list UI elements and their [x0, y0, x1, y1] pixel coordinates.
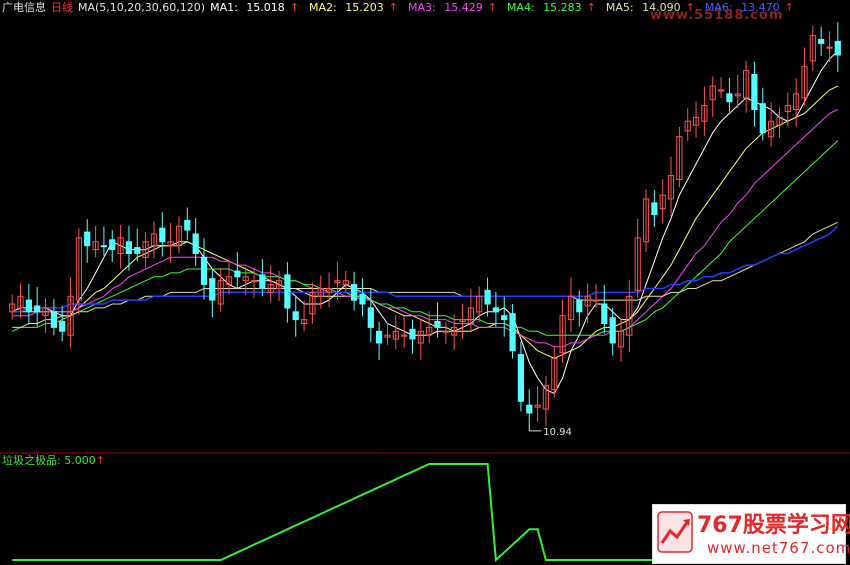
- candle-up: [442, 330, 449, 333]
- ma-line-ma4: [11, 140, 839, 336]
- candle-up: [592, 299, 600, 302]
- candle-down: [576, 299, 583, 313]
- candle-down: [601, 303, 608, 324]
- candle-down: [84, 231, 91, 247]
- ma6-up-arrow: ↑: [784, 1, 794, 14]
- watermark-brand: 767股票学习网: [697, 513, 850, 538]
- ma4-readout: MA4: 15.283 ↑: [506, 1, 596, 14]
- ma-line-ma5: [12, 221, 839, 328]
- candle-down: [492, 307, 499, 313]
- candle-down: [501, 315, 508, 321]
- candle-down: [759, 103, 766, 134]
- ma-line-ma1: [11, 50, 839, 395]
- candle-down: [609, 317, 616, 344]
- candle-down: [651, 202, 658, 216]
- chart-logo-icon: [657, 511, 693, 553]
- candle-down: [351, 284, 358, 301]
- candle-down: [25, 299, 32, 313]
- candle-down: [434, 321, 441, 328]
- candle-down: [159, 227, 166, 243]
- candle-down: [376, 330, 383, 344]
- candle-down: [517, 354, 524, 402]
- candle-down: [109, 239, 116, 251]
- ma-line-ma6: [12, 225, 839, 313]
- candle-down: [100, 245, 108, 248]
- candle-down: [200, 256, 208, 285]
- candle-down: [34, 305, 41, 313]
- low-price-label: 10.94: [543, 427, 572, 438]
- watermark-box: 767股票学习网 www.net767.com: [652, 504, 850, 564]
- candle-down: [751, 74, 758, 110]
- candle-down: [726, 93, 733, 103]
- candle-down: [59, 321, 66, 332]
- candle-down: [367, 307, 374, 328]
- candle-down: [818, 39, 825, 44]
- candle-down: [184, 219, 191, 231]
- ma1-up-arrow: ↑: [289, 1, 300, 14]
- candle-down: [125, 241, 133, 255]
- indicator-value: 5.000: [64, 454, 96, 467]
- candle-up: [718, 89, 725, 92]
- candle-down: [834, 40, 841, 56]
- indicator-readout: 垃圾之极品: 5.000↑: [2, 454, 105, 468]
- ma-definition: MA(5,10,20,30,60,120): [78, 1, 206, 14]
- candle-down: [134, 247, 141, 254]
- candle-down: [50, 311, 57, 328]
- stock-name[interactable]: 广电信息: [2, 1, 46, 14]
- ma3-readout: MA3: 15.429 ↑: [407, 1, 497, 14]
- candle-down: [259, 274, 266, 289]
- candle-down: [292, 311, 299, 321]
- candle-down: [526, 404, 533, 414]
- top-watermark: www.55188.com: [650, 8, 784, 23]
- candle-down: [284, 274, 291, 309]
- indicator-up-arrow: ↑: [95, 454, 105, 467]
- watermark-url: www.net767.com: [707, 539, 850, 557]
- candle-down: [509, 313, 516, 352]
- kline-chart[interactable]: 10.94: [0, 0, 850, 565]
- candle-down: [192, 233, 199, 254]
- candle-up: [401, 334, 408, 337]
- ma2-readout: MA2: 15.203 ↑: [309, 1, 398, 14]
- candle-up: [826, 46, 833, 49]
- ma1-readout: MA1: 15.018 ↑: [210, 1, 300, 14]
- candle-up: [250, 280, 258, 283]
- ma3-up-arrow: ↑: [487, 1, 497, 14]
- ma-line-ma3: [12, 109, 839, 348]
- candle-down: [209, 278, 216, 301]
- candle-down: [484, 289, 491, 305]
- ma2-up-arrow: ↑: [388, 1, 398, 14]
- candle-down: [234, 270, 241, 278]
- candle-down: [409, 328, 416, 340]
- indicator-name: 垃圾之极品:: [2, 454, 61, 467]
- candle-down: [359, 293, 366, 305]
- ma4-up-arrow: ↑: [586, 1, 596, 14]
- period-label[interactable]: 日线: [51, 1, 73, 14]
